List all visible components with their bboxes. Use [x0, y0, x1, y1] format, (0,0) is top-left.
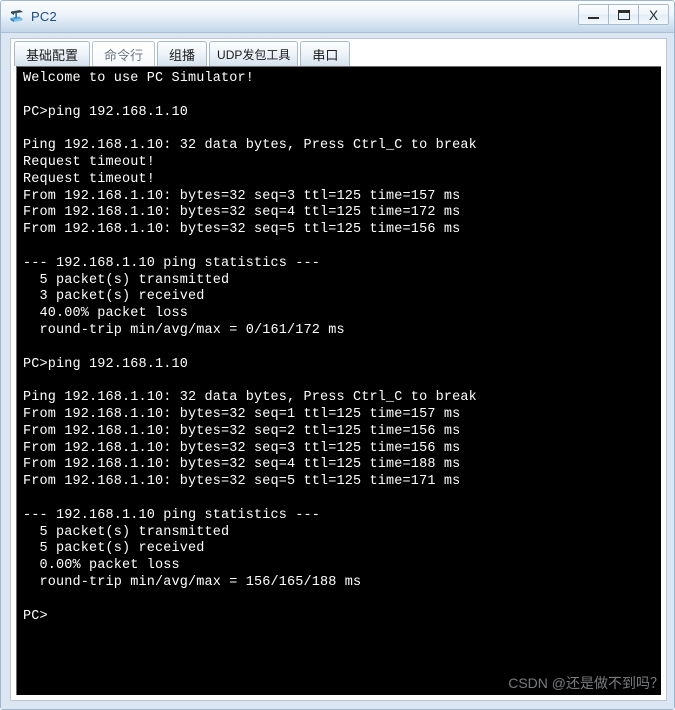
close-button[interactable]: X: [638, 4, 669, 25]
terminal-line: Request timeout!: [23, 154, 156, 170]
window-content: 基础配置 命令行 组播 UDP发包工具 串口 Welcome to use PC…: [1, 33, 674, 709]
terminal-line: 5 packet(s) received: [23, 541, 205, 557]
pc-network-icon: [7, 7, 27, 27]
terminal-line: From 192.168.1.10: bytes=32 seq=5 ttl=12…: [23, 222, 461, 238]
window-controls: X: [578, 4, 669, 25]
terminal-line: From 192.168.1.10: bytes=32 seq=2 ttl=12…: [23, 423, 461, 439]
terminal-container: Welcome to use PC Simulator! PC>ping 192…: [11, 66, 666, 700]
terminal-line: PC>: [23, 608, 48, 624]
tab-udp-packet-tool[interactable]: UDP发包工具: [209, 41, 299, 66]
terminal-line: --- 192.168.1.10 ping statistics ---: [23, 507, 321, 523]
tab-multicast[interactable]: 组播: [157, 41, 208, 66]
terminal-line: Welcome to use PC Simulator!: [23, 71, 255, 86]
window-titlebar[interactable]: PC2 X: [1, 1, 674, 33]
tab-label: 组播: [169, 47, 196, 63]
terminal-line: Ping 192.168.1.10: 32 data bytes, Press …: [23, 138, 477, 154]
tab-command-line[interactable]: 命令行: [92, 41, 156, 66]
terminal-line: From 192.168.1.10: bytes=32 seq=5 ttl=12…: [23, 474, 461, 490]
terminal-line: PC>ping 192.168.1.10: [23, 104, 189, 120]
tab-label: UDP发包工具: [217, 47, 291, 62]
terminal-line: --- 192.168.1.10 ping statistics ---: [23, 255, 321, 271]
tab-label: 串口: [312, 47, 339, 63]
terminal-line: round-trip min/avg/max = 0/161/172 ms: [23, 322, 345, 338]
maximize-button[interactable]: [608, 4, 639, 25]
terminal-line: PC>ping 192.168.1.10: [23, 356, 189, 372]
terminal-output[interactable]: Welcome to use PC Simulator! PC>ping 192…: [16, 66, 661, 695]
terminal-line: From 192.168.1.10: bytes=32 seq=4 ttl=12…: [23, 457, 461, 473]
window-title: PC2: [31, 9, 57, 24]
tab-label: 基础配置: [26, 47, 79, 63]
terminal-line: Request timeout!: [23, 171, 156, 187]
tab-serial-port[interactable]: 串口: [300, 41, 351, 66]
minimize-icon: [588, 17, 599, 19]
terminal-line: 5 packet(s) transmitted: [23, 272, 230, 288]
tab-basic-config[interactable]: 基础配置: [14, 41, 91, 66]
terminal-line: 5 packet(s) transmitted: [23, 524, 230, 540]
tab-panel: 基础配置 命令行 组播 UDP发包工具 串口 Welcome to use PC…: [10, 38, 667, 701]
terminal-line: round-trip min/avg/max = 156/165/188 ms: [23, 574, 362, 590]
terminal-line: From 192.168.1.10: bytes=32 seq=3 ttl=12…: [23, 188, 461, 204]
terminal-line: 3 packet(s) received: [23, 289, 205, 305]
terminal-line: Ping 192.168.1.10: 32 data bytes, Press …: [23, 390, 477, 406]
terminal-line: From 192.168.1.10: bytes=32 seq=4 ttl=12…: [23, 205, 461, 221]
terminal-line: 0.00% packet loss: [23, 558, 180, 574]
pc2-window: PC2 X 基础配置 命令行 组播 UDP发包工具 串口 Welcome to …: [0, 0, 675, 710]
close-icon: X: [648, 6, 659, 23]
minimize-button[interactable]: [578, 4, 609, 25]
terminal-line: 40.00% packet loss: [23, 306, 189, 322]
terminal-line: From 192.168.1.10: bytes=32 seq=3 ttl=12…: [23, 440, 461, 456]
tab-label: 命令行: [104, 47, 144, 63]
maximize-icon: [617, 9, 630, 20]
tab-bar: 基础配置 命令行 组播 UDP发包工具 串口: [11, 39, 666, 66]
terminal-line: From 192.168.1.10: bytes=32 seq=1 ttl=12…: [23, 406, 461, 422]
